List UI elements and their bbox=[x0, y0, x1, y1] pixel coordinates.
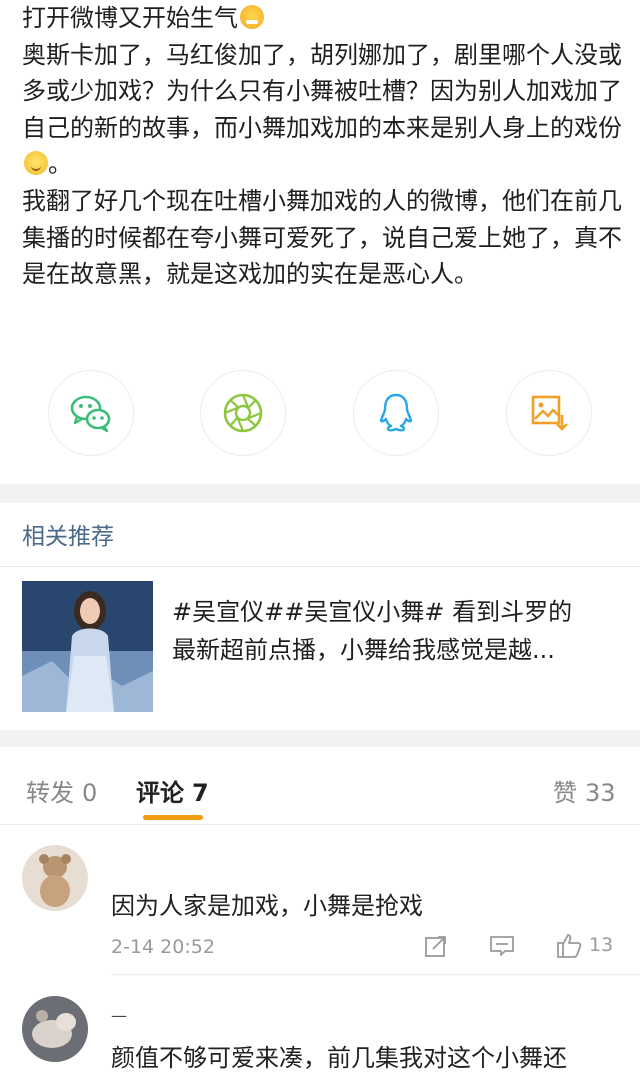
thumbs-up-icon bbox=[557, 934, 582, 958]
save-image-button[interactable] bbox=[506, 370, 592, 456]
section-gap bbox=[0, 484, 640, 503]
comment-username[interactable]: — bbox=[111, 1006, 127, 1025]
avatar[interactable] bbox=[22, 996, 88, 1062]
avatar-image bbox=[22, 845, 88, 911]
comment-tabs: 转发 0 评论 7 赞 33 bbox=[0, 747, 640, 825]
like-comment-button[interactable]: 13 bbox=[555, 931, 613, 959]
comment-text: 因为人家是加戏，小舞是抢戏 bbox=[111, 892, 423, 920]
wechat-icon bbox=[70, 395, 111, 433]
comment-item: 因为人家是加戏，小舞是抢戏 2-14 20:52 13 bbox=[0, 845, 640, 975]
qq-icon bbox=[379, 393, 413, 432]
tab-like-count: 33 bbox=[585, 779, 616, 807]
post-paragraph-1: 打开微博又开始生气 bbox=[22, 0, 622, 37]
comment-text: 颜值不够可爱来凑，前几集我对这个小舞还 bbox=[111, 1044, 567, 1072]
share-qq-button[interactable] bbox=[353, 370, 439, 456]
avatar[interactable] bbox=[22, 845, 88, 911]
angry-face-emoji-icon bbox=[240, 5, 264, 29]
tab-comment[interactable]: 评论 7 bbox=[136, 773, 209, 808]
comment-bubble-icon bbox=[490, 936, 514, 956]
post-line-2: 奥斯卡加了，马红俊加了，胡列娜加了，剧里哪个人没或多或少加戏？为什么只有小舞被吐… bbox=[22, 40, 622, 142]
post-line-1: 打开微博又开始生气 bbox=[22, 4, 238, 32]
post-line-2-end: 。 bbox=[48, 150, 72, 179]
tab-repost[interactable]: 转发 0 bbox=[26, 773, 97, 808]
avatar-image bbox=[22, 996, 88, 1062]
related-post-text: #吴宣仪##吴宣仪小舞# 看到斗罗的 最新超前点播，小舞给我感觉是越... bbox=[172, 593, 624, 669]
post-line-3: 我翻了好几个现在吐槽小舞加戏的人的微博，他们在前几集播的时候都在夸小舞可爱死了，… bbox=[22, 186, 622, 289]
comment-like-count: 13 bbox=[589, 934, 614, 956]
post-paragraph-2: 奥斯卡加了，马红俊加了，胡列娜加了，剧里哪个人没或多或少加戏？为什么只有小舞被吐… bbox=[22, 37, 622, 183]
related-post-card[interactable]: #吴宣仪##吴宣仪小舞# 看到斗罗的 最新超前点播，小舞给我感觉是越... bbox=[22, 581, 622, 713]
active-tab-indicator bbox=[143, 815, 203, 820]
reply-comment-button[interactable] bbox=[489, 934, 515, 958]
save-image-icon bbox=[531, 395, 568, 431]
related-line-1: #吴宣仪##吴宣仪小舞# 看到斗罗的 bbox=[172, 598, 573, 626]
related-line-2: 最新超前点播，小舞给我感觉是越... bbox=[172, 636, 555, 664]
share-arrow-icon bbox=[425, 936, 446, 957]
comment-item: — 颜值不够可爱来凑，前几集我对这个小舞还 bbox=[0, 996, 640, 1079]
divider bbox=[0, 566, 640, 567]
tab-repost-count: 0 bbox=[82, 779, 98, 807]
thumbnail-image bbox=[22, 581, 153, 712]
repost-comment-button[interactable] bbox=[424, 934, 448, 958]
comment-time: 2-14 20:52 bbox=[111, 936, 215, 958]
divider bbox=[111, 974, 640, 975]
tab-like[interactable]: 赞 33 bbox=[553, 773, 616, 808]
tab-like-label: 赞 bbox=[553, 779, 577, 807]
post-paragraph-3: 我翻了好几个现在吐槽小舞加戏的人的微博，他们在前几集播的时候都在夸小舞可爱死了，… bbox=[22, 183, 622, 293]
moments-shutter-icon bbox=[223, 393, 263, 433]
tab-comment-count: 7 bbox=[192, 779, 209, 807]
related-title: 相关推荐 bbox=[22, 524, 114, 550]
recommended-post-thumbnail bbox=[22, 581, 153, 712]
tab-comment-label: 评论 bbox=[136, 779, 184, 807]
post-body: 打开微博又开始生气 奥斯卡加了，马红俊加了，胡列娜加了，剧里哪个人没或多或少加戏… bbox=[22, 0, 622, 293]
smile-emoji-icon bbox=[24, 151, 48, 176]
share-wechat-button[interactable] bbox=[48, 370, 134, 456]
tab-repost-label: 转发 bbox=[26, 779, 74, 807]
share-row bbox=[0, 370, 640, 456]
section-gap bbox=[0, 730, 640, 747]
share-moments-button[interactable] bbox=[200, 370, 286, 456]
